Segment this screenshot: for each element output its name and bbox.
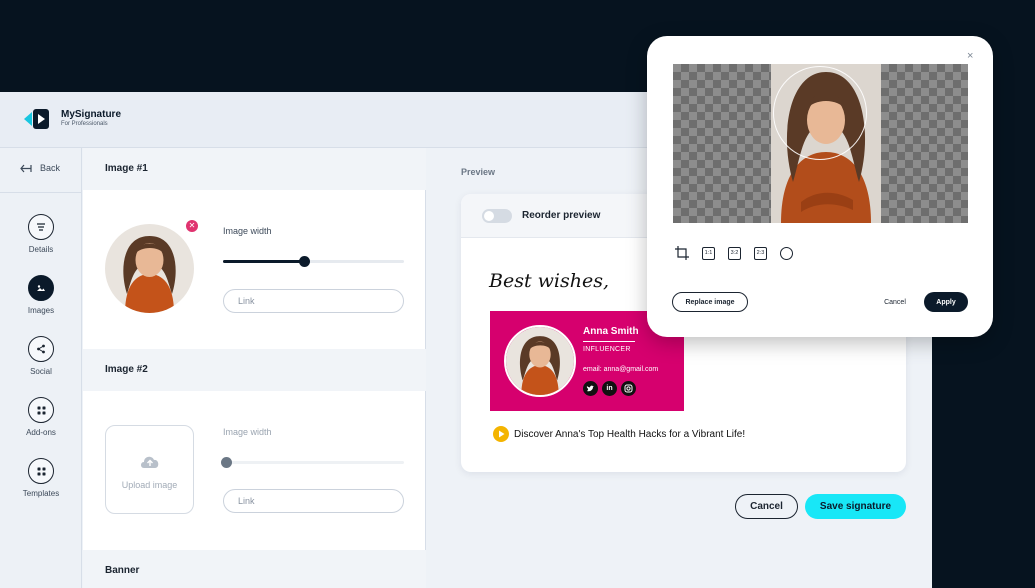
modal-cancel-button[interactable]: Cancel	[877, 292, 913, 312]
play-icon	[493, 426, 509, 442]
crop-ratio-toolbar: 1:1 3:2 2:3	[675, 246, 793, 260]
cloud-upload-icon	[140, 456, 158, 468]
banner-section-header: Banner	[83, 550, 426, 588]
signature-role: INFLUENCER	[583, 346, 631, 353]
grid-icon	[28, 397, 54, 423]
section-title: Image #1	[105, 163, 148, 174]
signature-email: email: anna@gmail.com	[583, 366, 659, 373]
sidebar-item-social[interactable]: Social	[0, 336, 82, 376]
back-label: Back	[40, 163, 61, 173]
reorder-label: Reorder preview	[522, 210, 601, 221]
image2-link-input[interactable]	[223, 489, 404, 513]
mysignature-logo-icon	[24, 109, 49, 129]
replace-image-button[interactable]: Replace image	[672, 292, 748, 312]
brand-name: MySignature	[61, 109, 122, 120]
grid-icon	[28, 458, 54, 484]
twitter-icon[interactable]	[583, 381, 598, 396]
sidebar-item-label: Social	[30, 367, 52, 376]
ratio-3-2-button[interactable]: 3:2	[728, 246, 741, 260]
promo-text: Discover Anna's Top Health Hacks for a V…	[514, 428, 746, 440]
sidebar-item-label: Images	[27, 306, 55, 315]
sidebar-item-label: Templates	[22, 489, 60, 498]
cancel-button[interactable]: Cancel	[735, 494, 798, 519]
remove-image-icon[interactable]: ✕	[186, 220, 198, 232]
image1-section-header: Image #1	[83, 148, 426, 190]
linkedin-icon[interactable]: in	[602, 381, 617, 396]
crop-image-modal: × 1:1 3:2 2:3 Replace image Cancel Apply	[647, 36, 993, 337]
ratio-1-1-button[interactable]: 1:1	[702, 246, 715, 260]
editor-panel: Image #1 ✕ Image width Image #2	[83, 148, 426, 588]
reorder-toggle[interactable]	[482, 209, 512, 223]
upload-image-box[interactable]: Upload image	[105, 425, 194, 514]
save-signature-button[interactable]: Save signature	[805, 494, 906, 519]
sidebar-item-add-ons[interactable]: Add-ons	[0, 397, 82, 437]
close-icon[interactable]: ×	[967, 50, 973, 62]
section-title: Image #2	[105, 364, 148, 375]
slider-knob[interactable]	[221, 457, 232, 468]
slider-knob[interactable]	[298, 256, 310, 267]
preview-label: Preview	[461, 167, 496, 177]
ratio-2-3-button[interactable]: 2:3	[754, 246, 767, 260]
brand-tagline: For Professionals	[61, 121, 108, 127]
crop-circle-guide[interactable]	[773, 66, 867, 160]
sidebar: Back Details Images Social Add-ons Templ…	[0, 148, 82, 588]
instagram-icon[interactable]	[621, 381, 636, 396]
image-icon	[28, 275, 54, 301]
image1-link-input[interactable]	[223, 289, 404, 313]
signature-socials: in	[583, 381, 636, 396]
promo-link[interactable]: Discover Anna's Top Health Hacks for a V…	[493, 426, 745, 442]
image2-width-slider[interactable]	[221, 457, 404, 468]
sidebar-divider	[0, 192, 82, 193]
signature-divider	[583, 341, 635, 342]
back-button[interactable]: Back	[20, 163, 60, 173]
arrow-left-icon	[20, 164, 32, 172]
sidebar-item-label: Add-ons	[26, 428, 56, 437]
crop-icon[interactable]	[675, 246, 689, 260]
section-title: Banner	[105, 565, 140, 576]
slider-fill	[223, 260, 305, 263]
image2-section-header: Image #2	[83, 349, 426, 391]
image1-avatar[interactable]	[105, 224, 194, 313]
share-icon	[28, 336, 54, 362]
apply-button[interactable]: Apply	[924, 292, 968, 312]
image1-width-slider[interactable]	[223, 256, 404, 267]
upload-label: Upload image	[121, 480, 178, 490]
list-icon	[28, 214, 54, 240]
toggle-knob	[484, 211, 494, 221]
circle-crop-button[interactable]	[780, 246, 793, 260]
sidebar-item-templates[interactable]: Templates	[0, 458, 82, 498]
sidebar-item-label: Details	[28, 245, 54, 254]
signoff-greeting: Best wishes,	[489, 270, 609, 292]
signature-photo	[504, 325, 576, 397]
crop-canvas[interactable]	[673, 64, 968, 223]
signature-name: Anna Smith	[583, 326, 639, 337]
image-width-label: Image width	[223, 226, 272, 236]
image-width-label: Image width	[223, 427, 272, 437]
sidebar-item-images[interactable]: Images	[0, 275, 82, 315]
sidebar-item-details[interactable]: Details	[0, 214, 82, 254]
